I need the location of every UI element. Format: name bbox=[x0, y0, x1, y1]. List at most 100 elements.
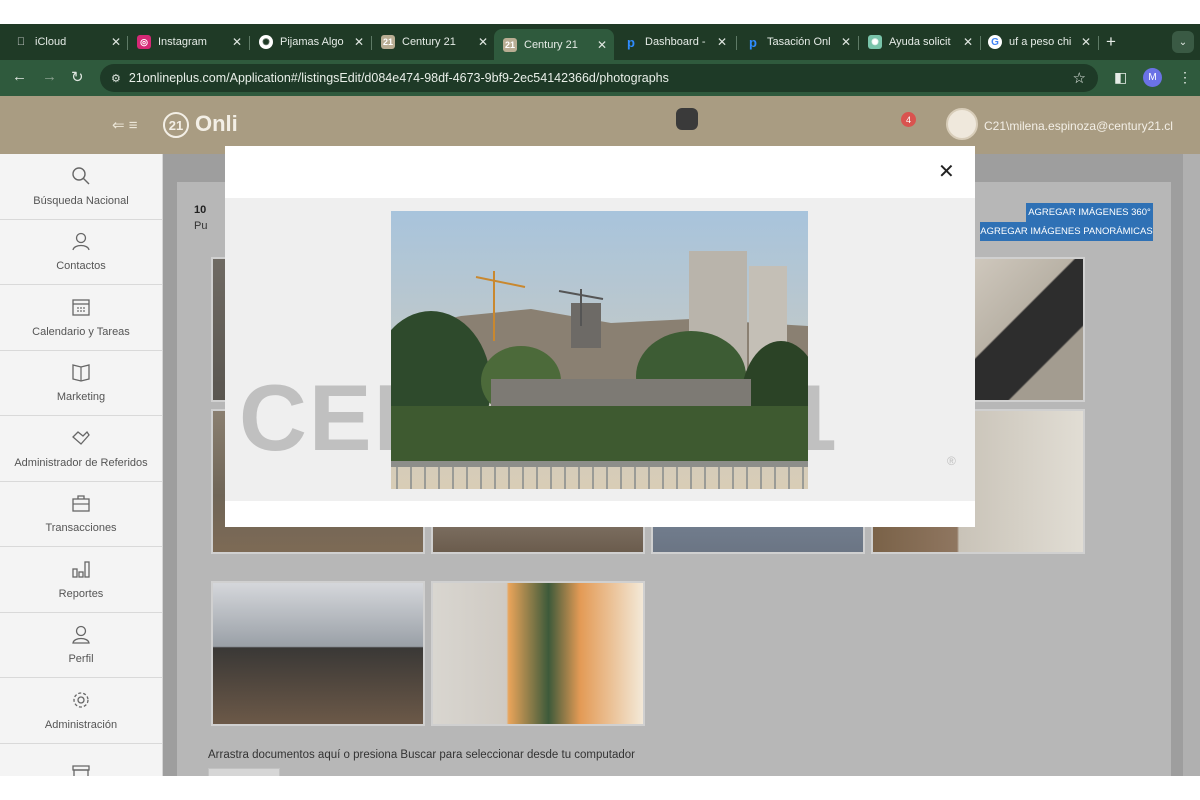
back-arrow-icon[interactable]: ← bbox=[12, 68, 27, 85]
bar-chart-icon bbox=[71, 559, 91, 584]
add-panoramic-images-button[interactable]: AGREGAR IMÁGENES PANORÁMICAS bbox=[980, 222, 1153, 241]
gear-icon bbox=[71, 690, 91, 715]
sidebar-item-label: Transacciones bbox=[45, 522, 117, 535]
pipedrive-icon: p bbox=[627, 34, 635, 50]
notification-badge[interactable]: 4 bbox=[901, 112, 916, 127]
tab-title: iCloud bbox=[35, 36, 67, 48]
browser-toolbar: ← → ↻ ⚙ 21onlineplus.com/Application#/li… bbox=[0, 60, 1200, 96]
url-text: 21onlineplus.com/Application#/listingsEd… bbox=[128, 71, 669, 85]
modal-footer bbox=[225, 501, 975, 527]
chatgpt-icon: ✺ bbox=[259, 35, 273, 49]
chevron-down-icon[interactable]: ⌄ bbox=[1172, 31, 1194, 53]
tab-title: Pijamas Algo bbox=[280, 36, 344, 48]
close-tab-icon[interactable]: ✕ bbox=[108, 35, 124, 49]
close-tab-icon[interactable]: ✕ bbox=[594, 38, 610, 52]
sidebar-item-store[interactable] bbox=[0, 744, 162, 776]
sidebar-item-label: Administración bbox=[44, 718, 118, 731]
menu-kebab-icon[interactable]: ⋮ bbox=[1178, 69, 1192, 86]
sidebar-item-label: Reportes bbox=[58, 587, 104, 600]
search-icon bbox=[71, 166, 91, 191]
tab-uf-peso[interactable]: G uf a peso chi ✕ bbox=[988, 29, 1094, 55]
sidebar-item-label: Búsqueda Nacional bbox=[33, 194, 129, 207]
instagram-icon: ◎ bbox=[137, 35, 151, 49]
sidebar-item-transacciones[interactable]: Transacciones bbox=[0, 482, 162, 547]
star-icon[interactable]: ☆ bbox=[1073, 69, 1086, 87]
close-tab-icon[interactable]: ✕ bbox=[475, 35, 491, 49]
tab-ayuda[interactable]: ✺ Ayuda solicit ✕ bbox=[868, 29, 976, 55]
browse-button[interactable]: NAVEGAR bbox=[208, 768, 280, 776]
close-tab-icon[interactable]: ✕ bbox=[838, 35, 854, 49]
user-icon bbox=[71, 624, 91, 649]
tab-title: uf a peso chi bbox=[1009, 36, 1072, 48]
tab-century21-a[interactable]: 21 Century 21 ✕ bbox=[381, 29, 491, 55]
pipedrive-icon: p bbox=[749, 34, 757, 50]
tab-title: Ayuda solicit bbox=[889, 36, 951, 48]
drop-instructions: Arrastra documentos aquí o presiona Busc… bbox=[208, 749, 636, 761]
store-icon bbox=[71, 762, 91, 776]
sidebar-item-reportes[interactable]: Reportes bbox=[0, 547, 162, 613]
sidebar-item-perfil[interactable]: Perfil bbox=[0, 613, 162, 678]
robot-icon[interactable] bbox=[676, 108, 698, 130]
close-tab-icon[interactable]: ✕ bbox=[351, 35, 367, 49]
tab-title: Century 21 bbox=[402, 36, 456, 48]
avatar[interactable] bbox=[946, 108, 978, 140]
close-tab-icon[interactable]: ✕ bbox=[229, 35, 245, 49]
modal-body: CENTURY 21 ® bbox=[225, 198, 975, 501]
close-icon[interactable]: ✕ bbox=[938, 159, 955, 184]
close-tab-icon[interactable]: ✕ bbox=[1078, 35, 1094, 49]
sidebar-item-calendario[interactable]: Calendario y Tareas bbox=[0, 285, 162, 351]
add-360-images-button[interactable]: AGREGAR IMÁGENES 360° bbox=[1026, 203, 1153, 222]
sidebar-item-label: Contactos bbox=[56, 260, 106, 273]
century21-icon: 21 bbox=[381, 35, 395, 49]
tab-tasacion[interactable]: p Tasación Onl ✕ bbox=[746, 29, 854, 55]
browser-window:  iCloud ✕ ◎ Instagram ✕ ✺ Pijamas Algo … bbox=[0, 24, 1200, 776]
calendar-icon bbox=[71, 297, 91, 322]
tab-pijamas[interactable]: ✺ Pijamas Algo ✕ bbox=[259, 29, 367, 55]
collapse-menu-icon[interactable]: ⇐ ≡ bbox=[112, 116, 138, 134]
address-bar[interactable]: ⚙ 21onlineplus.com/Application#/listings… bbox=[100, 64, 1098, 92]
photo-thumbnail[interactable] bbox=[431, 581, 645, 726]
page-scrollbar[interactable] bbox=[1183, 154, 1200, 776]
app-title: Onli bbox=[195, 111, 238, 136]
handshake-icon bbox=[71, 428, 91, 453]
apple-icon:  bbox=[14, 35, 28, 49]
photo-thumbnail[interactable] bbox=[971, 257, 1085, 402]
photo-thumbnail[interactable] bbox=[211, 581, 425, 726]
side-panel-icon[interactable]: ◧ bbox=[1114, 69, 1127, 86]
book-icon bbox=[71, 362, 91, 387]
google-icon: G bbox=[988, 35, 1002, 49]
century21-icon: 21 bbox=[503, 37, 517, 52]
profile-avatar[interactable]: M bbox=[1143, 68, 1162, 87]
tab-title: Dashboard - bbox=[645, 36, 706, 48]
tab-century21-active[interactable]: 21 Century 21 ✕ bbox=[494, 29, 614, 60]
sidebar: Búsqueda Nacional Contactos Calendario y… bbox=[0, 154, 163, 776]
reload-icon[interactable]: ↻ bbox=[71, 68, 84, 86]
tab-icloud[interactable]:  iCloud ✕ bbox=[14, 29, 124, 55]
sidebar-item-marketing[interactable]: Marketing bbox=[0, 351, 162, 416]
tab-title: Tasación Onl bbox=[767, 36, 831, 48]
photo-preview-modal: ✕ CENTURY 21 ® bbox=[225, 146, 975, 527]
sidebar-item-administracion[interactable]: Administración bbox=[0, 678, 162, 744]
listing-number: 10 bbox=[194, 204, 207, 216]
property-photo bbox=[391, 211, 808, 489]
sidebar-item-referidos[interactable]: Administrador de Referidos bbox=[0, 416, 162, 482]
watermark-registered: ® bbox=[947, 454, 956, 468]
tab-instagram[interactable]: ◎ Instagram ✕ bbox=[137, 29, 245, 55]
tab-dashboard[interactable]: p Dashboard - ✕ bbox=[624, 29, 730, 55]
contacts-icon bbox=[71, 231, 91, 256]
sidebar-item-busqueda[interactable]: Búsqueda Nacional bbox=[0, 154, 162, 220]
user-email[interactable]: C21\milena.espinoza@century21.cl bbox=[984, 119, 1173, 133]
briefcase-icon bbox=[71, 493, 91, 518]
chatgpt-icon: ✺ bbox=[868, 35, 882, 49]
forward-arrow-icon[interactable]: → bbox=[42, 68, 57, 85]
site-settings-icon[interactable]: ⚙ bbox=[111, 72, 121, 85]
tab-bar:  iCloud ✕ ◎ Instagram ✕ ✺ Pijamas Algo … bbox=[0, 24, 1200, 60]
close-tab-icon[interactable]: ✕ bbox=[960, 35, 976, 49]
sidebar-item-label: Marketing bbox=[56, 391, 106, 404]
sidebar-item-contactos[interactable]: Contactos bbox=[0, 220, 162, 285]
close-tab-icon[interactable]: ✕ bbox=[714, 35, 730, 49]
tab-title: Century 21 bbox=[524, 38, 578, 51]
new-tab-button[interactable]: + bbox=[1106, 32, 1116, 52]
sidebar-item-label: Administrador de Referidos bbox=[14, 456, 148, 469]
sidebar-item-label: Calendario y Tareas bbox=[32, 325, 130, 338]
